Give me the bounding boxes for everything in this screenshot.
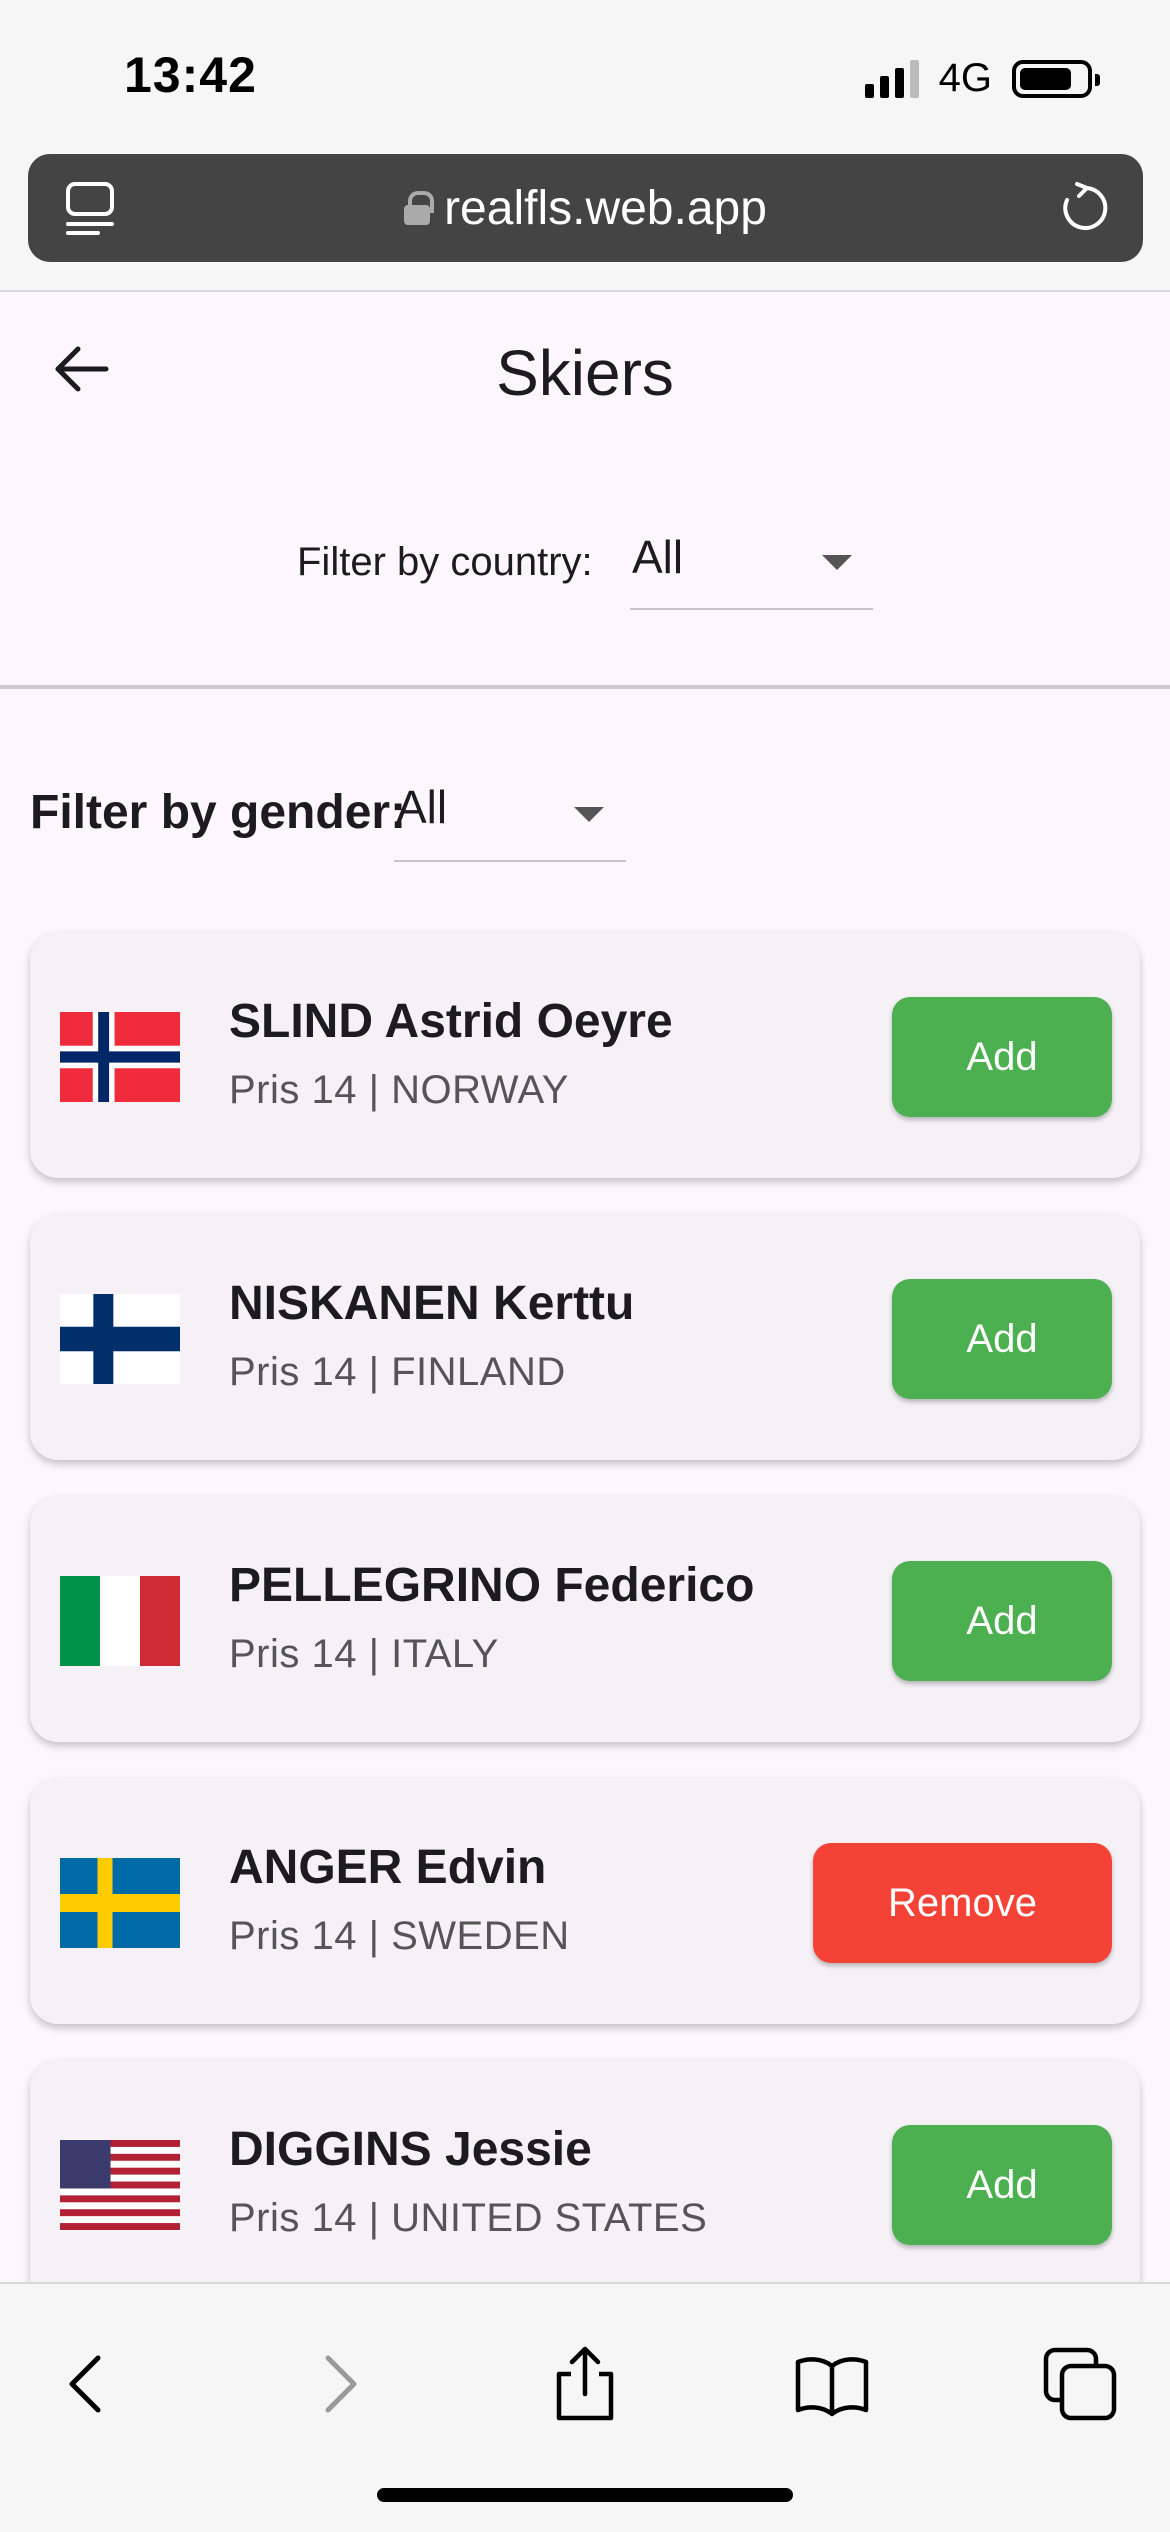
signal-icon xyxy=(864,59,919,98)
battery-icon xyxy=(1012,59,1100,98)
skier-details: Pris 14 | FINLAND xyxy=(229,1350,566,1394)
address-bar[interactable]: realfls.web.app xyxy=(28,154,1143,262)
skier-details: Pris 14 | SWEDEN xyxy=(229,1914,570,1958)
add-skier-button[interactable]: Add xyxy=(892,1561,1112,1681)
skier-name: NISKANEN Kerttu xyxy=(229,1277,635,1330)
norway-flag-icon xyxy=(60,1012,180,1102)
home-indicator xyxy=(377,2488,793,2502)
country-dropdown[interactable]: All xyxy=(630,530,873,610)
network-type: 4G xyxy=(938,56,992,100)
status-time: 13:42 xyxy=(124,47,257,103)
sweden-flag-icon xyxy=(60,1858,180,1948)
skier-card: SLIND Astrid Oeyre Pris 14 | NORWAY Add xyxy=(30,932,1140,1178)
reload-icon[interactable] xyxy=(1057,180,1113,236)
add-skier-button[interactable]: Add xyxy=(892,2125,1112,2245)
country-filter-label: Filter by country: xyxy=(297,540,593,584)
gender-dropdown[interactable]: All xyxy=(394,780,626,862)
skier-card: ANGER Edvin Pris 14 | SWEDEN Remove xyxy=(30,1778,1140,2024)
gender-filter-label: Filter by gender: xyxy=(30,786,407,839)
tabs-icon[interactable] xyxy=(1040,2344,1120,2424)
usa-flag-icon xyxy=(60,2140,180,2230)
remove-skier-button[interactable]: Remove xyxy=(813,1843,1112,1963)
dropdown-caret-icon xyxy=(822,555,852,570)
lock-icon xyxy=(404,191,435,225)
add-skier-button[interactable]: Add xyxy=(892,997,1112,1117)
skier-name: SLIND Astrid Oeyre xyxy=(229,995,673,1048)
browser-forward-icon[interactable] xyxy=(298,2344,378,2424)
dropdown-caret-icon xyxy=(574,807,604,822)
status-bar: 13:42 4G xyxy=(0,0,1170,150)
skier-card: NISKANEN Kerttu Pris 14 | FINLAND Add xyxy=(30,1214,1140,1460)
skier-card: DIGGINS Jessie Pris 14 | UNITED STATES A… xyxy=(30,2060,1140,2306)
page-title: Skiers xyxy=(496,337,674,409)
skier-name: ANGER Edvin xyxy=(229,1841,547,1894)
gender-dropdown-value: All xyxy=(396,781,448,833)
country-filter: Filter by country: All xyxy=(0,530,1170,610)
bookmarks-icon[interactable] xyxy=(792,2344,872,2424)
skier-details: Pris 14 | ITALY xyxy=(229,1632,499,1676)
browser-address-area: realfls.web.app xyxy=(0,150,1170,292)
finland-flag-icon xyxy=(60,1294,180,1384)
status-indicators: 4G xyxy=(864,56,1100,101)
add-skier-button[interactable]: Add xyxy=(892,1279,1112,1399)
reader-view-icon[interactable] xyxy=(64,180,116,236)
skier-name: DIGGINS Jessie xyxy=(229,2123,592,2176)
app-bar: Skiers xyxy=(0,292,1170,452)
skier-card: PELLEGRINO Federico Pris 14 | ITALY Add xyxy=(30,1496,1140,1742)
skier-name: PELLEGRINO Federico xyxy=(229,1559,755,1612)
skier-details: Pris 14 | NORWAY xyxy=(229,1068,569,1112)
browser-back-icon[interactable] xyxy=(48,2344,128,2424)
share-icon[interactable] xyxy=(545,2344,625,2424)
italy-flag-icon xyxy=(60,1576,180,1666)
url-text: realfls.web.app xyxy=(444,181,767,235)
country-dropdown-value: All xyxy=(632,531,684,583)
skier-details: Pris 14 | UNITED STATES xyxy=(229,2196,708,2240)
divider xyxy=(0,685,1170,689)
